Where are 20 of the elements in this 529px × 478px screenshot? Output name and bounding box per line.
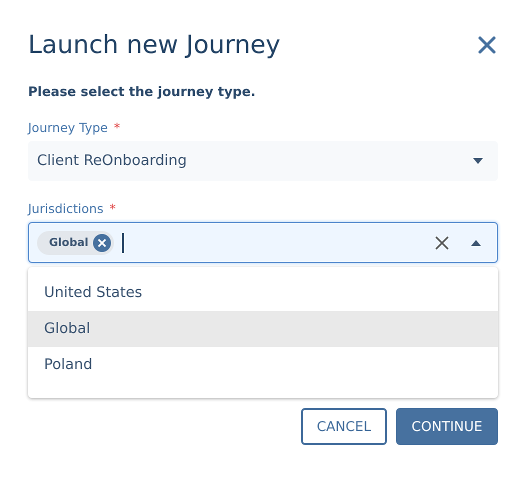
journey-type-select[interactable]: Client ReOnboarding: [28, 141, 498, 181]
chip-label: Global: [49, 236, 88, 249]
close-icon[interactable]: [476, 34, 498, 56]
caret-icon: [471, 240, 481, 246]
jurisdictions-field[interactable]: Global: [28, 222, 498, 263]
field-label: Journey Type: [28, 120, 108, 135]
continue-button[interactable]: CONTINUE: [396, 408, 498, 445]
text-cursor: [122, 232, 124, 252]
menu-option[interactable]: Global: [28, 311, 498, 347]
menu-option[interactable]: United States: [28, 275, 498, 311]
remove-icon[interactable]: [93, 234, 112, 252]
menu-option[interactable]: Poland: [28, 347, 498, 383]
clear-icon[interactable]: [435, 236, 449, 250]
field-label: Jurisdictions: [28, 201, 104, 216]
cancel-button[interactable]: CANCEL: [300, 408, 387, 445]
caret-icon: [473, 158, 483, 164]
instruction-text: Please select the journey type.: [28, 85, 257, 100]
required-mark: *: [109, 201, 116, 216]
required-mark: *: [114, 120, 120, 135]
dialog-title: Launch new Journey: [28, 30, 280, 59]
